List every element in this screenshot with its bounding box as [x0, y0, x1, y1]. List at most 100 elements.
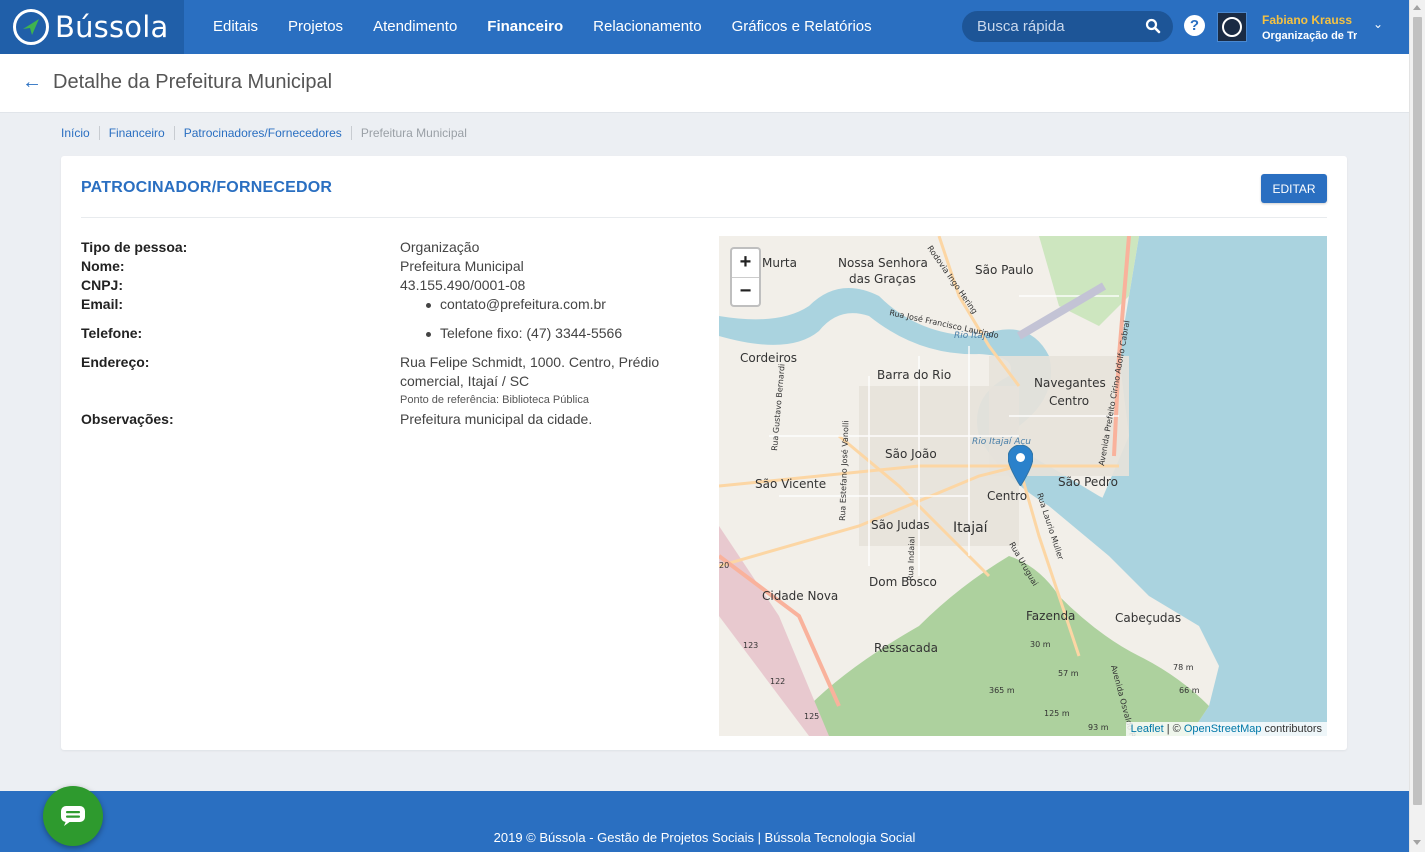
- map-label: Cidade Nova: [762, 589, 838, 603]
- nav-item-relacionamento[interactable]: Relacionamento: [578, 0, 716, 54]
- map-label: Itajaí: [953, 520, 989, 536]
- map-label: São Judas: [871, 518, 930, 532]
- footer: 2019 © Bússola - Gestão de Projetos Soci…: [0, 791, 1409, 852]
- field-telefone: Telefone: Telefone fixo: (47) 3344-5566: [81, 324, 701, 343]
- leaflet-link[interactable]: Leaflet: [1131, 723, 1164, 735]
- map-zoom-control: + −: [730, 247, 761, 307]
- address-text: Rua Felipe Schmidt, 1000. Centro, Prédio…: [400, 354, 660, 389]
- osm-link[interactable]: OpenStreetMap: [1184, 723, 1262, 735]
- details-list: Tipo de pessoa: Organização Nome: Prefei…: [81, 238, 701, 429]
- email-value[interactable]: contato@prefeitura.com.br: [420, 295, 701, 314]
- field-value: 43.155.490/0001-08: [400, 277, 526, 293]
- field-observacoes: Observações: Prefeitura municipal da cid…: [81, 410, 701, 429]
- scroll-up-icon[interactable]: [1413, 5, 1421, 10]
- phone-value: Telefone fixo: (47) 3344-5566: [420, 324, 701, 343]
- help-icon[interactable]: ?: [1184, 15, 1205, 36]
- map-label: São João: [885, 447, 937, 461]
- map-label: 30 m: [1030, 640, 1051, 649]
- breadcrumb-patrocinadores[interactable]: Patrocinadores/Fornecedores: [184, 126, 352, 140]
- map-label: Rodovia Ingo Hering: [925, 244, 979, 316]
- breadcrumb-inicio[interactable]: Início: [61, 126, 100, 140]
- map-label: 93 m: [1088, 723, 1109, 732]
- edit-button[interactable]: EDITAR: [1261, 174, 1327, 203]
- map-tiles: Murta Nossa Senhora das Graças São Paulo…: [719, 236, 1327, 736]
- breadcrumb-current: Prefeitura Municipal: [360, 126, 467, 140]
- map-label: Barra do Rio: [877, 368, 951, 382]
- nav-item-financeiro[interactable]: Financeiro: [472, 0, 578, 54]
- footer-text: 2019 © Bússola - Gestão de Projetos Soci…: [493, 830, 916, 845]
- main-menu: Editais Projetos Atendimento Financeiro …: [198, 0, 887, 54]
- map-label: 66 m: [1179, 686, 1200, 695]
- user-name: Fabiano Krauss: [1262, 13, 1353, 27]
- chat-button[interactable]: [43, 786, 103, 846]
- map-label: Navegantes: [1034, 376, 1106, 390]
- field-label: Observações:: [81, 411, 174, 427]
- field-endereco: Endereço: Rua Felipe Schmidt, 1000. Cent…: [81, 353, 701, 410]
- breadcrumb-financeiro[interactable]: Financeiro: [109, 126, 175, 140]
- field-tipo: Tipo de pessoa: Organização: [81, 238, 701, 257]
- address-value: Rua Felipe Schmidt, 1000. Centro, Prédio…: [400, 353, 690, 410]
- compass-logo-icon: [13, 9, 49, 45]
- location-map[interactable]: Murta Nossa Senhora das Graças São Paulo…: [719, 236, 1327, 736]
- map-label: Fazenda: [1026, 609, 1075, 623]
- nav-item-projetos[interactable]: Projetos: [273, 0, 358, 54]
- field-label: Tipo de pessoa:: [81, 239, 188, 255]
- map-label: Dom Bosco: [869, 575, 937, 589]
- nav-item-graficos-relatorios[interactable]: Gráficos e Relatórios: [717, 0, 887, 54]
- address-reference: Ponto de referência: Biblioteca Pública: [400, 394, 589, 406]
- map-label: 122: [770, 677, 785, 686]
- map-label: 20: [719, 561, 729, 570]
- page-title: Detalhe da Prefeitura Municipal: [53, 71, 333, 93]
- map-label: 365 m: [989, 686, 1015, 695]
- compass-avatar-icon: [1222, 17, 1242, 37]
- scroll-down-icon[interactable]: [1413, 840, 1421, 845]
- field-label: Telefone:: [81, 325, 143, 341]
- card-title: PATROCINADOR/FORNECEDOR: [81, 179, 333, 196]
- map-attribution: Leaflet | © OpenStreetMap contributors: [1125, 722, 1327, 736]
- map-label: Cabeçudas: [1115, 611, 1181, 625]
- quick-search: [962, 11, 1173, 42]
- map-label: São Pedro: [1058, 475, 1118, 489]
- user-organization: Organização de Tre: [1262, 30, 1357, 42]
- map-label: Centro: [987, 489, 1027, 503]
- map-label: das Graças: [849, 272, 916, 286]
- map-label: 123: [743, 641, 758, 650]
- map-label: 78 m: [1173, 663, 1194, 672]
- map-label: São Vicente: [755, 477, 826, 491]
- back-arrow-icon[interactable]: ←: [22, 71, 42, 94]
- map-label: Rua Gustavo Bernardi: [770, 363, 787, 451]
- field-label: Endereço:: [81, 354, 150, 370]
- field-value-wrap: contato@prefeitura.com.br: [400, 295, 701, 314]
- map-label: Nossa Senhora: [838, 256, 928, 270]
- page-header: ← Detalhe da Prefeitura Municipal: [0, 54, 1409, 113]
- search-input[interactable]: [977, 18, 1137, 35]
- field-label: Email:: [81, 296, 124, 312]
- field-email: Email: contato@prefeitura.com.br: [81, 295, 701, 314]
- map-label: 125 m: [1044, 709, 1070, 718]
- field-label: CNPJ:: [81, 277, 124, 293]
- brand-name: Bússola: [55, 10, 169, 44]
- avatar[interactable]: [1217, 12, 1247, 42]
- divider: [81, 217, 1327, 218]
- scroll-thumb[interactable]: [1413, 17, 1422, 805]
- zoom-out-button[interactable]: −: [732, 277, 759, 305]
- map-label: 57 m: [1058, 669, 1079, 678]
- map-label: Rua Indaial: [906, 536, 917, 581]
- nav-item-editais[interactable]: Editais: [198, 0, 273, 54]
- map-label: Ressacada: [874, 641, 938, 655]
- breadcrumb: Início Financeiro Patrocinadores/Fornece…: [61, 126, 485, 140]
- nav-item-atendimento[interactable]: Atendimento: [358, 0, 472, 54]
- chevron-down-icon[interactable]: ⌄: [1373, 17, 1383, 31]
- field-value: Organização: [400, 239, 480, 255]
- brand[interactable]: Bússola: [0, 0, 184, 54]
- page-scrollbar[interactable]: [1409, 0, 1425, 852]
- attribution-separator: | ©: [1163, 723, 1184, 735]
- field-nome: Nome: Prefeitura Municipal: [81, 257, 701, 276]
- field-label: Nome:: [81, 258, 125, 274]
- user-menu[interactable]: Fabiano Krauss Organização de Tre: [1262, 13, 1357, 45]
- zoom-in-button[interactable]: +: [732, 249, 759, 277]
- field-value: Prefeitura Municipal: [400, 258, 524, 274]
- field-value-wrap: Telefone fixo: (47) 3344-5566: [400, 324, 701, 343]
- search-icon[interactable]: [1145, 18, 1161, 39]
- map-label: 125: [804, 712, 819, 721]
